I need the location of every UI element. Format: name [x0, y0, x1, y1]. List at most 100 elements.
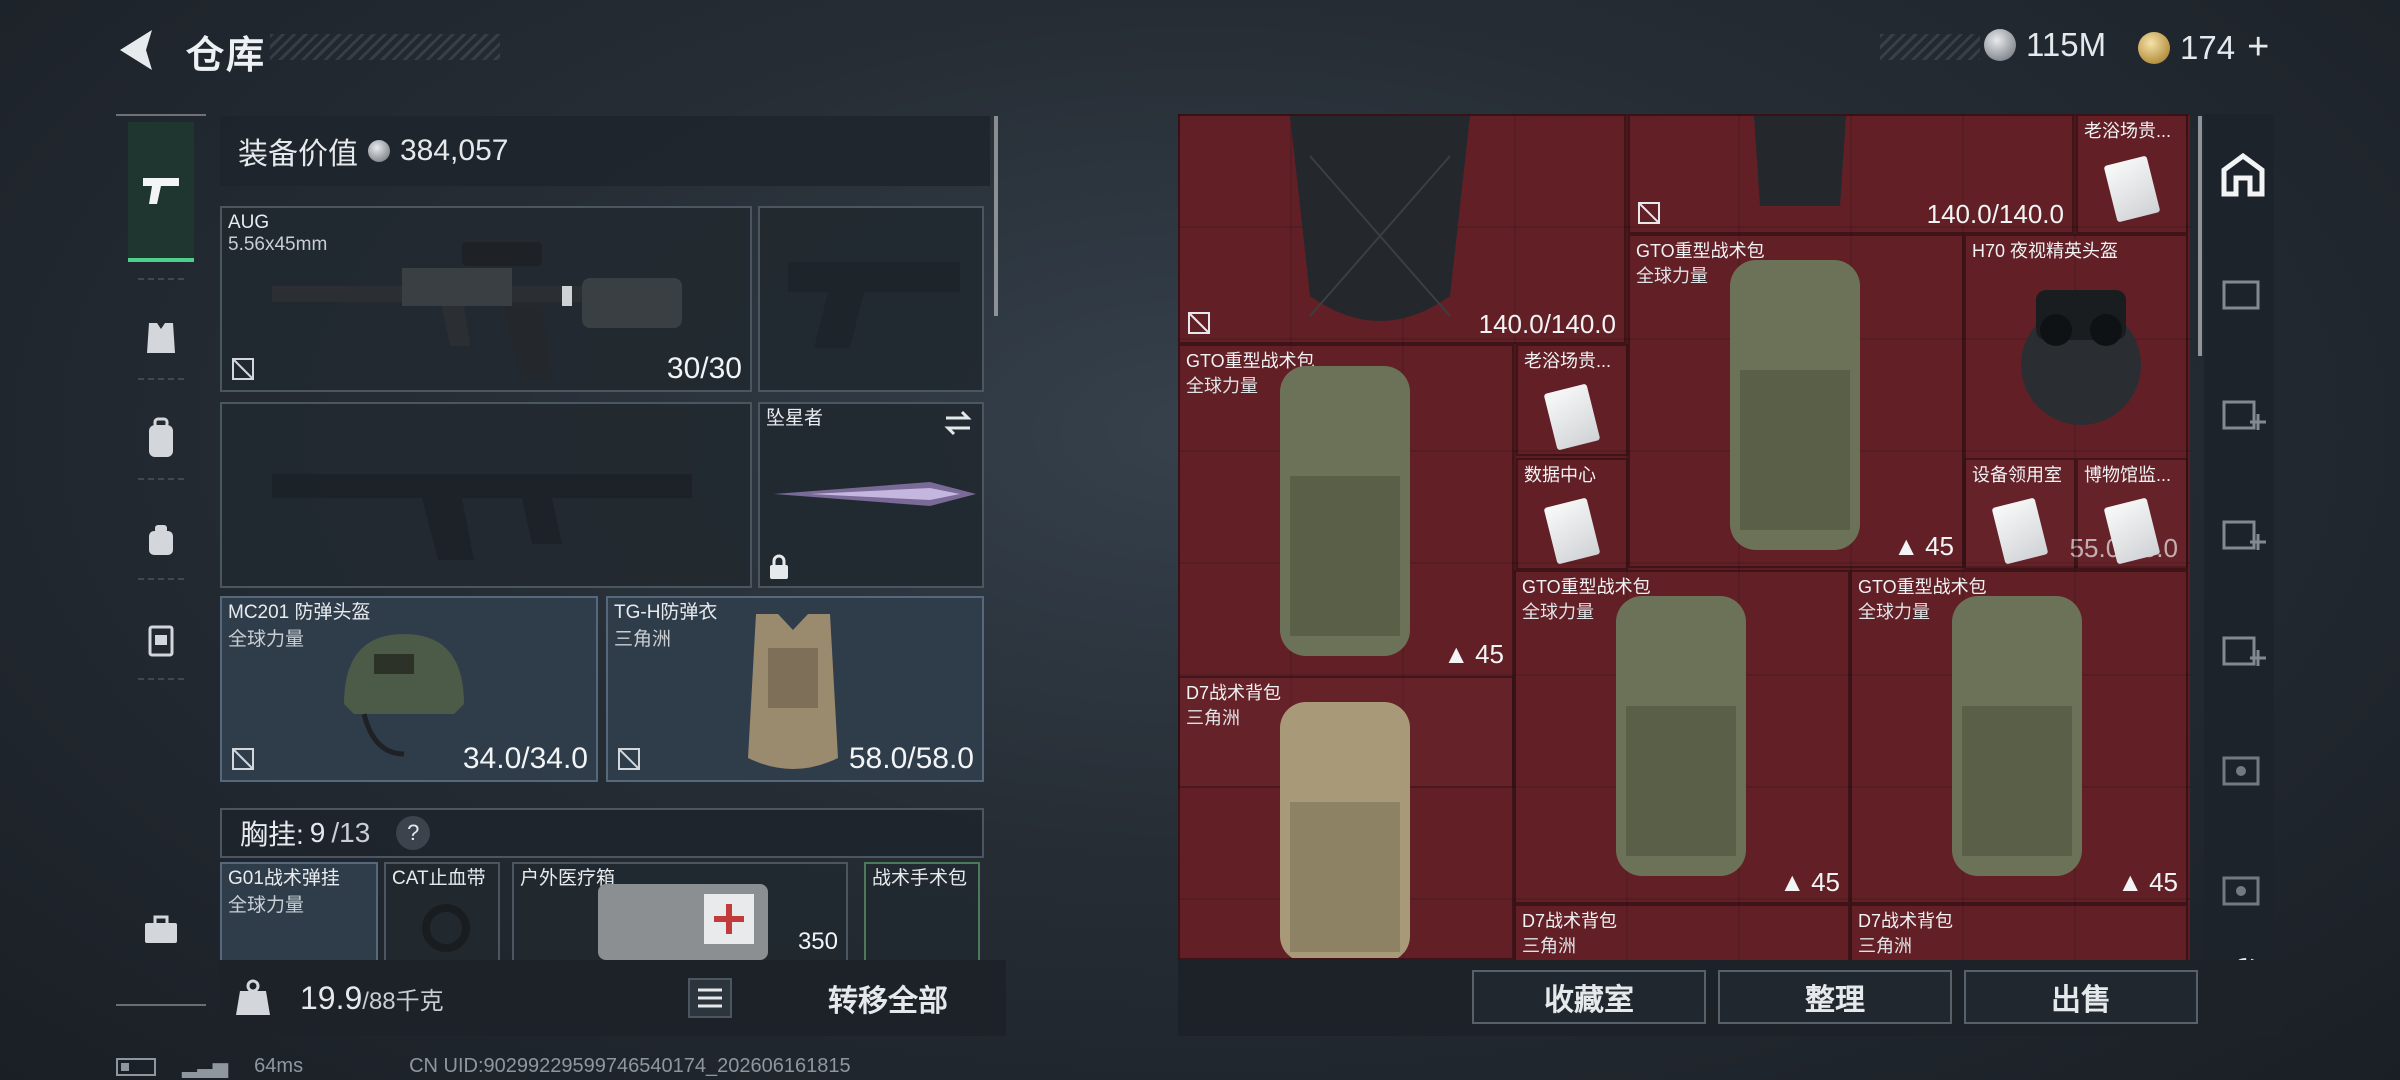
transfer-all-button[interactable]: 转移全部	[778, 960, 998, 1036]
storage-item[interactable]: 老浴场贵...	[2076, 114, 2188, 234]
storage-item[interactable]: GTO重型战术包 全球力量 ▲ 45	[1628, 234, 1964, 568]
primary-weapon-ammo: 30/30	[666, 352, 742, 385]
gold-currency[interactable]: 174 +	[2138, 26, 2269, 69]
melee-slot[interactable]: 坠星者	[758, 402, 984, 588]
item-name: 老浴场贵...	[1524, 351, 1612, 371]
list-icon	[698, 988, 722, 1008]
item-count: ▲ 45	[1443, 639, 1504, 669]
storage-item[interactable]: D7战术背包 三角洲	[1850, 904, 2188, 960]
helmet-brand: 全球力量	[228, 629, 305, 650]
page-title: 仓库	[186, 35, 267, 77]
keycard-icon	[1543, 497, 1601, 565]
chest-item-slot[interactable]: 战术手术包	[864, 862, 980, 962]
chest-item-name: CAT止血带	[392, 868, 486, 889]
item-count: ▲ 45	[2117, 867, 2178, 897]
equipment-value-bar: 装备价值 384,057	[220, 116, 990, 186]
backpack-item-icon	[1280, 702, 1410, 958]
item-durability: 140.0/140.0	[1478, 309, 1616, 339]
item-name: H70 夜视精英头盔	[1972, 241, 2119, 261]
storage-tabs-rail	[2204, 114, 2274, 960]
tourniquet-icon	[422, 904, 470, 952]
storage-item[interactable]: 数据中心	[1516, 458, 1628, 570]
item-brand: 全球力量	[1186, 376, 1258, 396]
armor-name: TG-H防弹衣	[614, 602, 718, 623]
item-name: 博物馆监...	[2084, 465, 2172, 485]
tab-pouch[interactable]	[128, 506, 194, 572]
primary-weapon-slot[interactable]: AUG 5.56x45mm 30/30	[220, 206, 752, 392]
tab-chest-rig[interactable]	[128, 304, 194, 370]
sell-button[interactable]: 出售	[1964, 970, 2198, 1024]
storage-item[interactable]: 博物馆监...	[2076, 458, 2188, 570]
no-insure-icon	[232, 358, 254, 380]
helmet-slot[interactable]: MC201 防弹头盔 全球力量 34.0/34.0	[220, 596, 598, 782]
help-icon[interactable]: ?	[396, 816, 431, 850]
keycard-icon	[1543, 383, 1601, 451]
item-brand: 三角洲	[1186, 708, 1240, 728]
add-storage-icon	[2222, 636, 2266, 666]
gold-coin-icon	[2138, 31, 2170, 64]
storage-grid[interactable]: 140.0/140.0 140.0/140.0 老浴场贵... GTO重型战术包…	[1178, 114, 2190, 960]
bottom-bar-left: 19.9/88千克 转移全部	[218, 960, 1006, 1036]
keycard-icon	[2103, 155, 2161, 223]
storage-scrollbar[interactable]	[2198, 116, 2202, 356]
swap-icon	[944, 410, 972, 436]
toolbox-icon	[145, 915, 177, 943]
tab-toolbox[interactable]	[128, 896, 194, 962]
chest-item-slot[interactable]: G01战术弹挂 全球力量	[220, 862, 378, 962]
pistol-placeholder-icon	[788, 262, 960, 348]
vest-icon	[147, 323, 175, 353]
status-footer: ▂▃▅ 64ms CN UID:90299229599746540174_202…	[116, 1054, 851, 1079]
no-insure-icon	[232, 748, 254, 770]
storage-item[interactable]: 老浴场贵...	[1516, 344, 1628, 456]
back-icon[interactable]	[112, 24, 164, 76]
weight-display: 19.9/88千克	[300, 980, 444, 1017]
item-brand: 全球力量	[1522, 602, 1594, 622]
item-name: 数据中心	[1524, 465, 1596, 485]
weight-icon: ▲	[2117, 867, 2144, 897]
chest-rig-label: 胸挂:	[240, 819, 304, 850]
chest-item-slot[interactable]: CAT止血带	[384, 862, 500, 962]
chest-item-brand: 全球力量	[228, 895, 305, 916]
gold-amount: 174	[2180, 28, 2236, 66]
equipment-value: 384,057	[400, 134, 509, 167]
chest-item-slot[interactable]: 户外医疗箱 350	[512, 862, 848, 962]
locked-storage-icon	[2222, 756, 2260, 786]
armor-slot[interactable]: TG-H防弹衣 三角洲 58.0/58.0	[606, 596, 984, 782]
loadout-scrollbar[interactable]	[994, 116, 998, 316]
storage-item[interactable]: GTO重型战术包 全球力量 ▲ 45	[1514, 570, 1850, 904]
storage-item[interactable]: 设备领用室	[1964, 458, 2076, 570]
backpack-item-icon	[1616, 596, 1746, 876]
chest-rig-bar: 胸挂: 9/13 ?	[220, 808, 984, 858]
melee-name: 坠星者	[766, 408, 824, 429]
sort-button[interactable]: 整理	[1718, 970, 1952, 1024]
helmet-icon	[344, 634, 464, 757]
add-gold-icon[interactable]: +	[2247, 26, 2269, 69]
locked-storage-icon	[2222, 876, 2260, 906]
helmet-name: MC201 防弹头盔	[228, 602, 371, 623]
storage-item[interactable]: D7战术背包 三角洲	[1178, 676, 1514, 960]
collection-room-button[interactable]: 收藏室	[1472, 970, 1706, 1024]
vest-item-icon	[1754, 116, 1846, 206]
backpack-icon	[149, 417, 173, 457]
tab-backpack[interactable]	[128, 406, 194, 472]
vest-item-icon	[1290, 116, 1470, 321]
storage-item[interactable]: GTO重型战术包 全球力量 ▲ 45	[1850, 570, 2188, 904]
helmet-durability: 34.0/34.0	[462, 742, 588, 775]
list-view-button[interactable]	[688, 978, 732, 1018]
weight-capacity: /88千克	[362, 987, 444, 1015]
item-name: D7战术背包	[1522, 911, 1618, 931]
no-insure-icon	[1638, 202, 1660, 224]
armor-brand: 三角洲	[614, 629, 672, 650]
user-uid: CN UID:90299229599746540174_202606161815	[409, 1055, 851, 1077]
storage-item[interactable]: 140.0/140.0	[1628, 114, 2074, 234]
secondary-weapon-slot[interactable]	[220, 402, 752, 588]
storage-item[interactable]: D7战术背包 三角洲	[1514, 904, 1850, 960]
storage-item[interactable]: 140.0/140.0	[1178, 114, 1626, 344]
title-decoration	[270, 34, 500, 60]
tab-weapons[interactable]	[128, 122, 194, 262]
tab-case[interactable]	[128, 606, 194, 672]
no-insure-icon	[618, 748, 640, 770]
pistol-slot[interactable]	[758, 206, 984, 392]
weight-icon: ▲	[1443, 639, 1470, 669]
rifle-placeholder-icon	[272, 474, 692, 560]
